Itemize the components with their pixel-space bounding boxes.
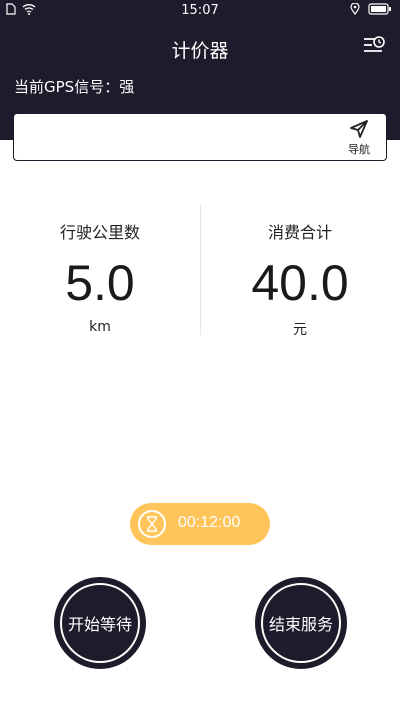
hourglass-icon: [138, 510, 166, 538]
timer-value: 00:12:00: [178, 514, 241, 531]
start-wait-button[interactable]: 开始等待: [54, 577, 146, 669]
navigation-label: 导航: [348, 143, 370, 156]
stats-divider: [200, 205, 201, 335]
location-icon: [350, 3, 360, 15]
cost-label: 消费合计: [267, 223, 332, 242]
distance-unit: km: [89, 319, 111, 335]
cost-value: 40.0: [251, 255, 349, 311]
order-history-icon[interactable]: [362, 35, 386, 57]
navigation-button[interactable]: 导航: [344, 119, 374, 157]
status-bar: 15:07: [0, 0, 400, 22]
battery-icon: [368, 3, 391, 15]
navigation-arrow-icon: [350, 120, 368, 138]
end-service-button[interactable]: 结束服务: [255, 577, 347, 669]
cost-unit: 元: [293, 322, 307, 338]
destination-input[interactable]: 导航: [13, 113, 387, 161]
distance-stat: 行驶公里数 5.0 km: [0, 205, 200, 335]
cost-stat: 消费合计 40.0 元: [200, 205, 400, 339]
status-time: 15:07: [181, 3, 219, 18]
end-service-label: 结束服务: [268, 615, 333, 634]
distance-value: 5.0: [65, 255, 135, 311]
page-title: 计价器: [171, 40, 229, 62]
wait-timer: 00:12:00: [130, 503, 270, 545]
gps-signal-label: 当前GPS信号：强: [14, 78, 135, 96]
distance-label: 行驶公里数: [59, 223, 140, 242]
start-wait-label: 开始等待: [67, 615, 132, 634]
